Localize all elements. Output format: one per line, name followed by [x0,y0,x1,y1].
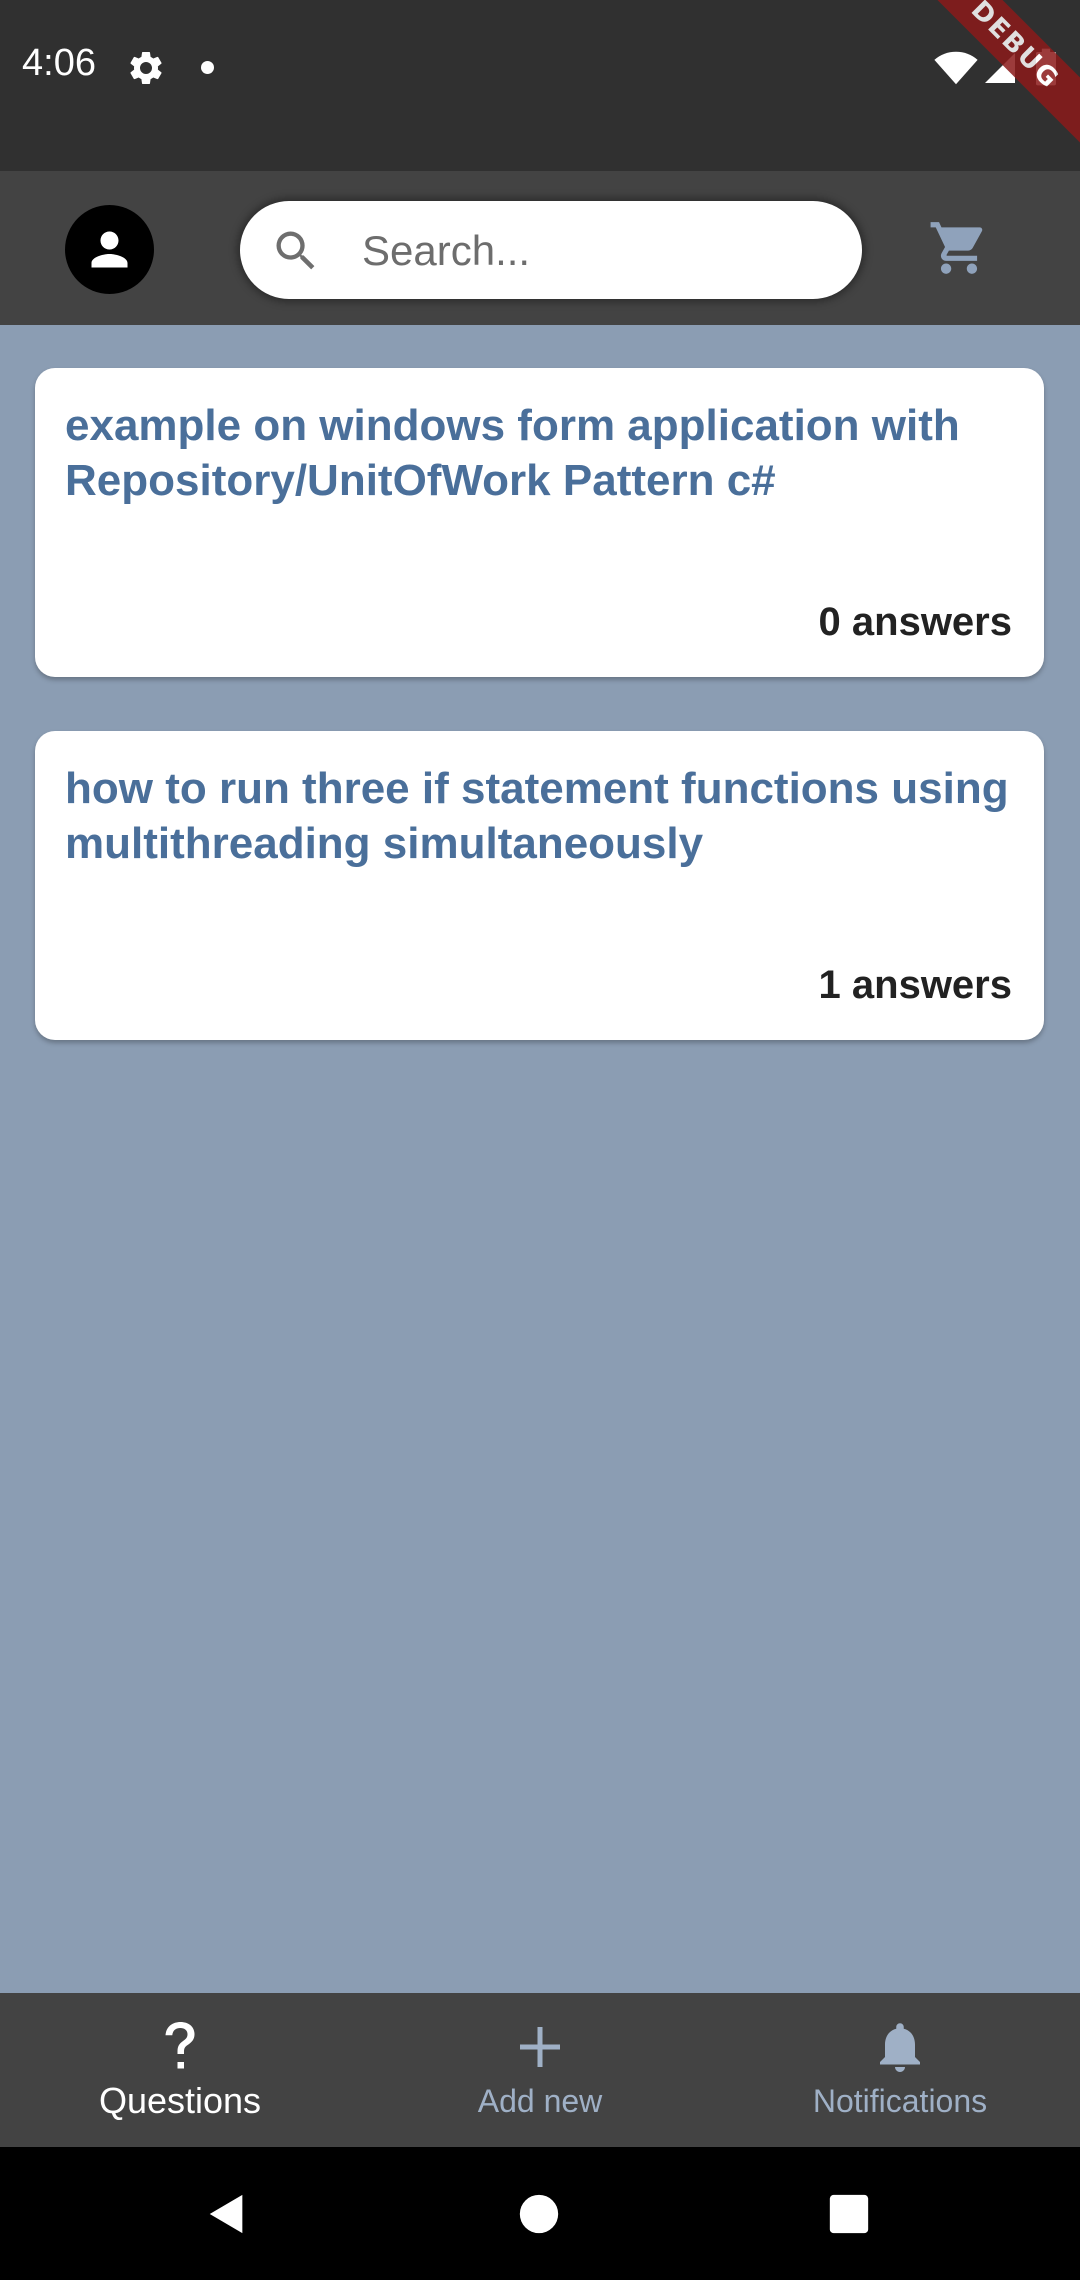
wifi-icon [934,51,978,85]
profile-avatar-button[interactable] [65,205,154,294]
nav-item-add-new[interactable]: Add new [360,1993,720,2147]
app-screen: 4:06 DEBUG Search... example on windows … [0,0,1080,2280]
search-input[interactable] [360,201,834,301]
bell-icon [880,2023,920,2072]
bottom-navigation: Questions Add new Notifications [0,1993,1080,2147]
search-icon [276,231,315,270]
person-icon [91,231,128,268]
status-bar: 4:06 DEBUG [0,0,1080,171]
recents-icon[interactable] [826,2191,872,2237]
question-title[interactable]: example on windows form application with… [65,398,1014,508]
shopping-cart-icon[interactable] [928,217,990,279]
nav-label-questions: Questions [98,2080,262,2121]
nav-item-questions[interactable]: Questions [0,1993,360,2147]
home-icon[interactable] [516,2191,562,2237]
system-navigation-bar [0,2147,1080,2280]
back-icon[interactable] [204,2191,250,2237]
answer-count: 0 answers [818,600,1012,644]
question-title[interactable]: how to run three if statement functions … [65,761,1014,871]
question-card[interactable]: how to run three if statement functions … [35,731,1044,1040]
app-bar [0,171,1080,325]
question-card[interactable]: example on windows form application with… [35,368,1044,677]
question-icon [165,2022,195,2069]
notification-dot-icon [201,61,214,74]
plus-icon [520,2027,560,2067]
nav-label-notifications: Notifications [812,2083,988,2119]
nav-item-notifications[interactable]: Notifications [720,1993,1080,2147]
answer-count: 1 answers [818,963,1012,1007]
status-time: 4:06 [22,42,96,84]
settings-gear-icon [130,51,162,84]
search-bar[interactable] [240,201,862,301]
nav-label-add-new: Add new [477,2083,603,2119]
